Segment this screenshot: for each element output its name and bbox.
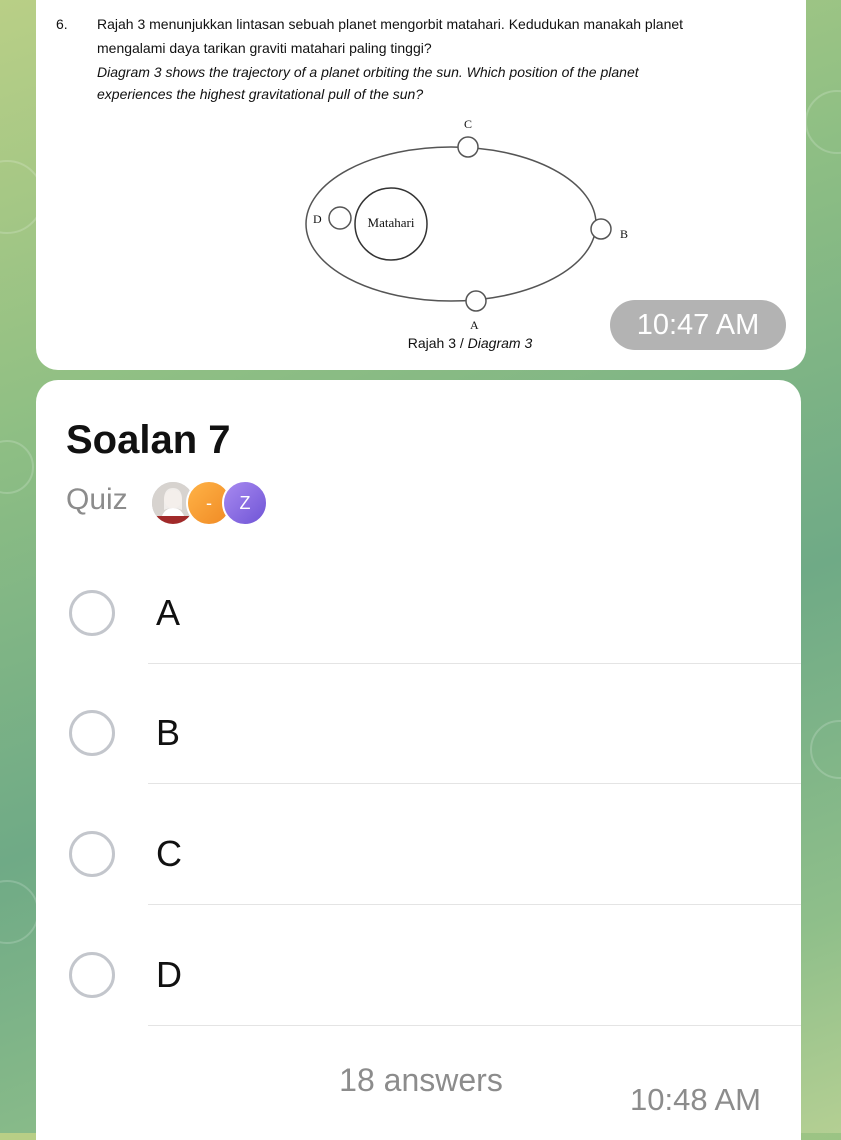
option-divider [148, 904, 801, 905]
radio-circle-icon[interactable] [69, 831, 115, 877]
background-doodle [0, 880, 39, 944]
planet-position-c [457, 136, 479, 158]
planet-position-a [465, 290, 487, 312]
option-divider [148, 783, 801, 784]
voter-avatar-z: Z [222, 480, 268, 526]
position-label-a: A [470, 318, 479, 332]
message-timestamp: 10:47 AM [610, 300, 786, 350]
poll-option-c[interactable]: C [36, 811, 801, 931]
poll-option-label: D [156, 954, 182, 995]
poll-option-label: A [156, 592, 181, 633]
poll-option-a[interactable]: A [36, 570, 801, 690]
position-label-c: C [464, 117, 472, 131]
poll-option-d[interactable]: D [36, 932, 801, 1052]
poll-type-label: Quiz [66, 483, 128, 516]
question-text-english-line-2: experiences the highest gravitational pu… [97, 86, 424, 102]
question-text-malay-line-1: Rajah 3 menunjukkan lintasan sebuah plan… [97, 16, 684, 32]
diagram-caption-malay: Rajah 3 / [407, 335, 468, 351]
poll-message-bubble: Soalan 7 Quiz - Z A B C D 18 answers 10:… [36, 380, 801, 1140]
message-timestamp: 10:48 AM [630, 1082, 761, 1117]
planet-position-b [590, 218, 612, 240]
background-doodle [810, 720, 841, 779]
poll-option-b[interactable]: B [36, 690, 801, 810]
radio-circle-icon[interactable] [69, 952, 115, 998]
radio-circle-icon[interactable] [69, 590, 115, 636]
poll-option-label: C [156, 833, 182, 874]
image-message-bubble[interactable]: 6. Rajah 3 menunjukkan lintasan sebuah p… [36, 0, 806, 370]
position-label-d: D [313, 212, 322, 226]
question-number: 6. [56, 16, 68, 32]
poll-title: Soalan 7 [66, 418, 231, 462]
option-divider [148, 1025, 801, 1026]
question-text-english-line-1: Diagram 3 shows the trajectory of a plan… [97, 64, 639, 80]
option-divider [148, 663, 801, 664]
sun-label: Matahari [368, 215, 415, 230]
diagram-caption-english: Diagram 3 [467, 335, 533, 351]
position-label-b: B [620, 227, 628, 241]
question-text-malay-line-2: mengalami daya tarikan graviti matahari … [97, 40, 432, 56]
planet-position-d [328, 206, 352, 230]
radio-circle-icon[interactable] [69, 710, 115, 756]
orbit-diagram: Matahari C B D A [305, 117, 628, 332]
voter-avatars[interactable]: - Z [150, 480, 270, 526]
background-doodle [0, 440, 34, 494]
poll-option-label: B [156, 712, 181, 753]
background-doodle [805, 90, 841, 154]
